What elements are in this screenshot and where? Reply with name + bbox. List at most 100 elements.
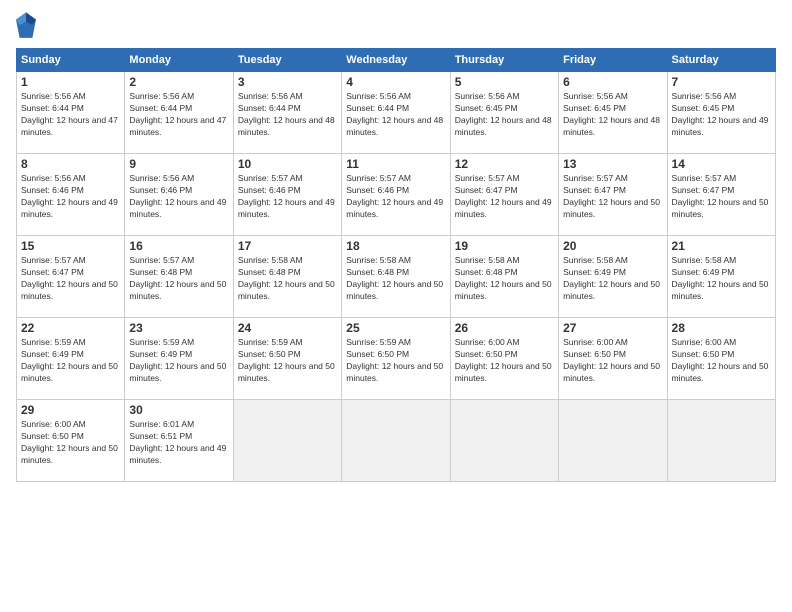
calendar-cell: 4 Sunrise: 5:56 AMSunset: 6:44 PMDaylight… — [342, 72, 450, 154]
day-info: Sunrise: 6:00 AMSunset: 6:50 PMDaylight:… — [21, 419, 120, 467]
calendar-cell: 1 Sunrise: 5:56 AMSunset: 6:44 PMDaylight… — [17, 72, 125, 154]
day-number: 29 — [21, 403, 120, 417]
day-info: Sunrise: 5:58 AMSunset: 6:48 PMDaylight:… — [455, 255, 554, 303]
weekday-header-friday: Friday — [559, 49, 667, 72]
day-info: Sunrise: 6:01 AMSunset: 6:51 PMDaylight:… — [129, 419, 228, 467]
day-number: 22 — [21, 321, 120, 335]
day-info: Sunrise: 5:56 AMSunset: 6:44 PMDaylight:… — [346, 91, 445, 139]
day-number: 12 — [455, 157, 554, 171]
day-info: Sunrise: 5:56 AMSunset: 6:46 PMDaylight:… — [21, 173, 120, 221]
day-number: 17 — [238, 239, 337, 253]
day-info: Sunrise: 5:59 AMSunset: 6:50 PMDaylight:… — [346, 337, 445, 385]
calendar-cell: 24Sunrise: 5:59 AMSunset: 6:50 PMDayligh… — [233, 318, 341, 400]
day-info: Sunrise: 5:58 AMSunset: 6:49 PMDaylight:… — [563, 255, 662, 303]
weekday-header-wednesday: Wednesday — [342, 49, 450, 72]
day-info: Sunrise: 6:00 AMSunset: 6:50 PMDaylight:… — [455, 337, 554, 385]
calendar-week-5: 29 Sunrise: 6:00 AMSunset: 6:50 PMDayligh… — [17, 400, 776, 482]
day-info: Sunrise: 5:56 AMSunset: 6:44 PMDaylight:… — [129, 91, 228, 139]
calendar-cell: 26 Sunrise: 6:00 AMSunset: 6:50 PMDayligh… — [450, 318, 558, 400]
day-number: 27 — [563, 321, 662, 335]
calendar-cell: 20Sunrise: 5:58 AMSunset: 6:49 PMDayligh… — [559, 236, 667, 318]
calendar-week-2: 8 Sunrise: 5:56 AMSunset: 6:46 PMDaylight… — [17, 154, 776, 236]
day-info: Sunrise: 5:58 AMSunset: 6:49 PMDaylight:… — [672, 255, 771, 303]
calendar-cell: 3Sunrise: 5:56 AMSunset: 6:44 PMDaylight… — [233, 72, 341, 154]
calendar-cell: 29 Sunrise: 6:00 AMSunset: 6:50 PMDayligh… — [17, 400, 125, 482]
calendar-cell: 30 Sunrise: 6:01 AMSunset: 6:51 PMDayligh… — [125, 400, 233, 482]
calendar-cell: 22Sunrise: 5:59 AMSunset: 6:49 PMDayligh… — [17, 318, 125, 400]
day-info: Sunrise: 5:57 AMSunset: 6:47 PMDaylight:… — [455, 173, 554, 221]
day-info: Sunrise: 5:57 AMSunset: 6:46 PMDaylight:… — [238, 173, 337, 221]
calendar-cell: 18Sunrise: 5:58 AMSunset: 6:48 PMDayligh… — [342, 236, 450, 318]
calendar-cell: 10 Sunrise: 5:57 AMSunset: 6:46 PMDayligh… — [233, 154, 341, 236]
calendar-cell: 16 Sunrise: 5:57 AMSunset: 6:48 PMDayligh… — [125, 236, 233, 318]
day-number: 28 — [672, 321, 771, 335]
day-info: Sunrise: 5:58 AMSunset: 6:48 PMDaylight:… — [346, 255, 445, 303]
calendar-cell: 8 Sunrise: 5:56 AMSunset: 6:46 PMDaylight… — [17, 154, 125, 236]
calendar-cell: 7Sunrise: 5:56 AMSunset: 6:45 PMDaylight… — [667, 72, 775, 154]
calendar-cell: 6 Sunrise: 5:56 AMSunset: 6:45 PMDaylight… — [559, 72, 667, 154]
calendar-cell: 13 Sunrise: 5:57 AMSunset: 6:47 PMDayligh… — [559, 154, 667, 236]
page: SundayMondayTuesdayWednesdayThursdayFrid… — [0, 0, 792, 612]
day-number: 21 — [672, 239, 771, 253]
day-number: 2 — [129, 75, 228, 89]
calendar-cell: 21 Sunrise: 5:58 AMSunset: 6:49 PMDayligh… — [667, 236, 775, 318]
day-info: Sunrise: 6:00 AMSunset: 6:50 PMDaylight:… — [672, 337, 771, 385]
day-info: Sunrise: 5:57 AMSunset: 6:47 PMDaylight:… — [21, 255, 120, 303]
calendar-cell — [233, 400, 341, 482]
day-number: 1 — [21, 75, 120, 89]
day-info: Sunrise: 6:00 AMSunset: 6:50 PMDaylight:… — [563, 337, 662, 385]
day-number: 24 — [238, 321, 337, 335]
calendar-cell: 25 Sunrise: 5:59 AMSunset: 6:50 PMDayligh… — [342, 318, 450, 400]
day-number: 6 — [563, 75, 662, 89]
calendar-cell: 12 Sunrise: 5:57 AMSunset: 6:47 PMDayligh… — [450, 154, 558, 236]
logo — [16, 12, 40, 40]
logo-icon — [16, 12, 36, 40]
day-number: 13 — [563, 157, 662, 171]
day-number: 4 — [346, 75, 445, 89]
day-number: 14 — [672, 157, 771, 171]
calendar-cell: 17Sunrise: 5:58 AMSunset: 6:48 PMDayligh… — [233, 236, 341, 318]
day-info: Sunrise: 5:57 AMSunset: 6:47 PMDaylight:… — [563, 173, 662, 221]
weekday-header-monday: Monday — [125, 49, 233, 72]
day-number: 16 — [129, 239, 228, 253]
calendar-cell — [667, 400, 775, 482]
day-info: Sunrise: 5:57 AMSunset: 6:48 PMDaylight:… — [129, 255, 228, 303]
calendar-week-3: 15Sunrise: 5:57 AMSunset: 6:47 PMDayligh… — [17, 236, 776, 318]
calendar: SundayMondayTuesdayWednesdayThursdayFrid… — [16, 48, 776, 482]
calendar-cell: 11 Sunrise: 5:57 AMSunset: 6:46 PMDayligh… — [342, 154, 450, 236]
day-number: 3 — [238, 75, 337, 89]
day-number: 26 — [455, 321, 554, 335]
weekday-header-tuesday: Tuesday — [233, 49, 341, 72]
day-number: 25 — [346, 321, 445, 335]
calendar-cell — [342, 400, 450, 482]
day-number: 5 — [455, 75, 554, 89]
day-info: Sunrise: 5:56 AMSunset: 6:45 PMDaylight:… — [563, 91, 662, 139]
day-number: 11 — [346, 157, 445, 171]
day-info: Sunrise: 5:56 AMSunset: 6:45 PMDaylight:… — [455, 91, 554, 139]
calendar-cell: 9Sunrise: 5:56 AMSunset: 6:46 PMDaylight… — [125, 154, 233, 236]
calendar-cell: 23 Sunrise: 5:59 AMSunset: 6:49 PMDayligh… — [125, 318, 233, 400]
calendar-cell: 27 Sunrise: 6:00 AMSunset: 6:50 PMDayligh… — [559, 318, 667, 400]
day-info: Sunrise: 5:57 AMSunset: 6:46 PMDaylight:… — [346, 173, 445, 221]
calendar-week-1: 1 Sunrise: 5:56 AMSunset: 6:44 PMDaylight… — [17, 72, 776, 154]
day-number: 8 — [21, 157, 120, 171]
weekday-header-saturday: Saturday — [667, 49, 775, 72]
day-number: 19 — [455, 239, 554, 253]
calendar-cell: 2 Sunrise: 5:56 AMSunset: 6:44 PMDaylight… — [125, 72, 233, 154]
calendar-cell: 5 Sunrise: 5:56 AMSunset: 6:45 PMDaylight… — [450, 72, 558, 154]
day-info: Sunrise: 5:56 AMSunset: 6:44 PMDaylight:… — [21, 91, 120, 139]
day-info: Sunrise: 5:57 AMSunset: 6:47 PMDaylight:… — [672, 173, 771, 221]
day-info: Sunrise: 5:59 AMSunset: 6:49 PMDaylight:… — [129, 337, 228, 385]
calendar-cell: 19 Sunrise: 5:58 AMSunset: 6:48 PMDayligh… — [450, 236, 558, 318]
calendar-cell: 15Sunrise: 5:57 AMSunset: 6:47 PMDayligh… — [17, 236, 125, 318]
calendar-cell: 14 Sunrise: 5:57 AMSunset: 6:47 PMDayligh… — [667, 154, 775, 236]
weekday-header-sunday: Sunday — [17, 49, 125, 72]
day-number: 10 — [238, 157, 337, 171]
day-info: Sunrise: 5:56 AMSunset: 6:45 PMDaylight:… — [672, 91, 771, 139]
header — [16, 12, 776, 40]
day-number: 23 — [129, 321, 228, 335]
weekday-header-thursday: Thursday — [450, 49, 558, 72]
weekday-header-row: SundayMondayTuesdayWednesdayThursdayFrid… — [17, 49, 776, 72]
day-number: 30 — [129, 403, 228, 417]
calendar-cell — [450, 400, 558, 482]
